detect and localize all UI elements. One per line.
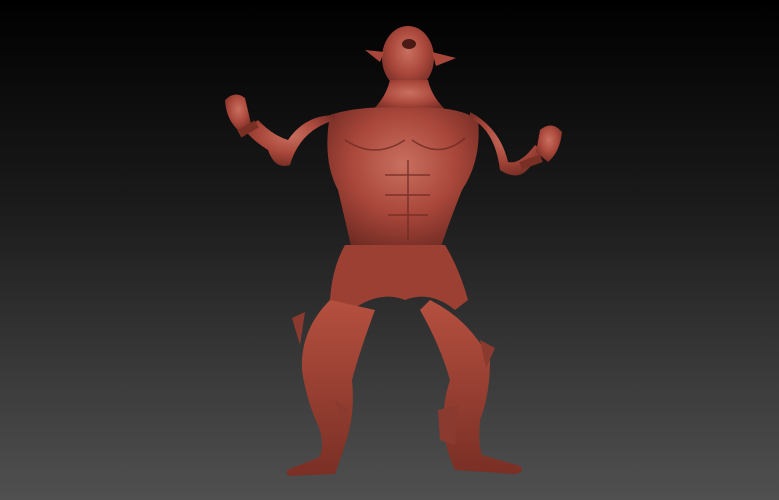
figure-neck <box>370 80 448 112</box>
figure-loincloth <box>330 245 468 310</box>
figure-right-arm <box>470 112 562 176</box>
figure-torso <box>327 107 479 250</box>
figure-left-arm <box>225 94 335 166</box>
sculpted-figure-render <box>225 26 562 476</box>
3d-viewport[interactable] <box>0 0 779 500</box>
figure-right-leg <box>420 300 523 474</box>
